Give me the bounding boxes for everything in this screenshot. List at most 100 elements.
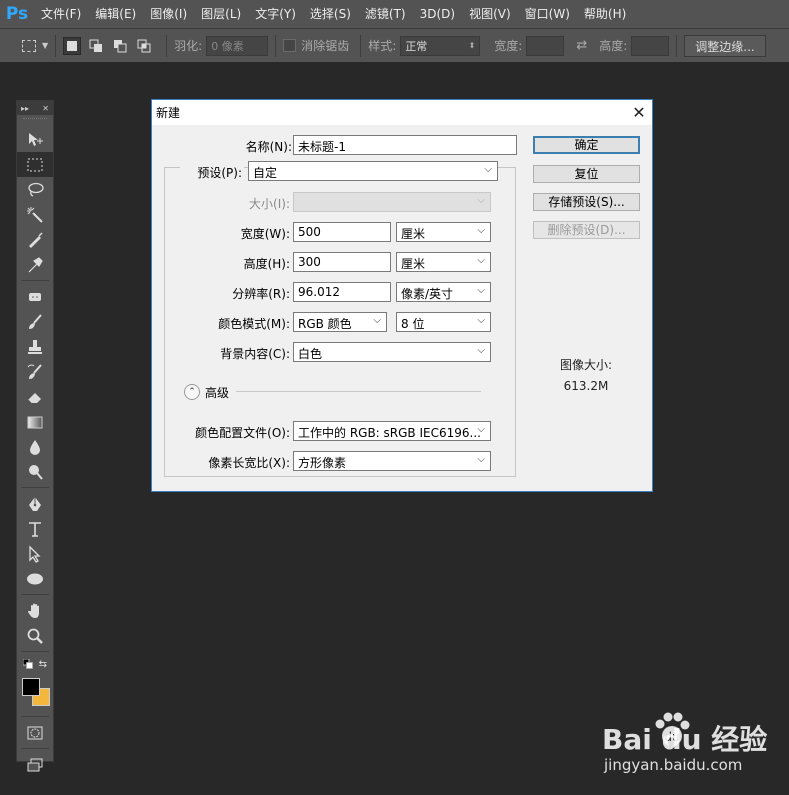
menu-select[interactable]: 选择(S) <box>303 0 358 28</box>
healing-brush-tool[interactable] <box>17 284 53 309</box>
panel-grip[interactable] <box>23 118 47 124</box>
gradient-tool[interactable] <box>17 409 53 434</box>
add-selection-button[interactable] <box>87 37 105 55</box>
add-selection-icon <box>89 39 103 52</box>
width-input[interactable] <box>526 35 565 56</box>
reset-button[interactable]: 复位 <box>533 165 640 183</box>
chevron-down-icon: ⌵ <box>477 424 485 435</box>
height-unit-value: 厘米 <box>401 257 426 271</box>
divider <box>21 651 49 652</box>
foreground-color-swatch[interactable] <box>22 678 40 696</box>
menu-3d[interactable]: 3D(D) <box>413 0 462 28</box>
eraser-icon <box>27 392 41 403</box>
menu-help[interactable]: 帮助(H) <box>577 0 633 28</box>
resolution-input[interactable]: 96.012 <box>293 282 391 302</box>
save-preset-button[interactable]: 存储预设(S)... <box>533 193 640 211</box>
ellipse-tool[interactable] <box>17 566 53 591</box>
menu-window[interactable]: 窗口(W) <box>518 0 577 28</box>
antialias-checkbox[interactable] <box>283 39 297 52</box>
new-selection-icon <box>67 40 78 51</box>
path-selection-tool[interactable] <box>17 541 53 566</box>
screen-mode-button[interactable] <box>17 752 53 777</box>
name-input[interactable]: 未标题-1 <box>293 135 517 155</box>
magic-wand-tool[interactable] <box>17 202 53 227</box>
preset-label: 预设(P): <box>180 164 244 181</box>
baidu-watermark: du Bai du 经验 jingyan.baidu.com <box>602 710 782 780</box>
height-input[interactable]: 300 <box>293 252 391 272</box>
blur-tool[interactable] <box>17 434 53 459</box>
subtract-selection-icon <box>114 39 127 52</box>
pen-icon <box>29 496 41 511</box>
zoom-icon <box>27 628 43 644</box>
close-icon[interactable]: ✕ <box>42 104 49 113</box>
stamp-icon <box>28 339 42 354</box>
bit-depth-select[interactable]: 8 位 ⌵ <box>396 312 491 332</box>
close-button[interactable]: ✕ <box>626 100 652 125</box>
type-tool[interactable] <box>17 516 53 541</box>
lasso-icon <box>28 182 44 197</box>
history-brush-tool[interactable] <box>17 359 53 384</box>
eraser-tool[interactable] <box>17 384 53 409</box>
name-label: 名称(N): <box>245 140 292 154</box>
color-profile-select[interactable]: 工作中的 RGB: sRGB IEC6196... ⌵ <box>293 421 491 441</box>
move-tool[interactable] <box>17 127 53 152</box>
rectangular-marquee-tool[interactable] <box>17 152 53 177</box>
crop-tool[interactable] <box>17 227 53 252</box>
pixel-aspect-select[interactable]: 方形像素 ⌵ <box>293 451 491 471</box>
menu-view[interactable]: 视图(V) <box>462 0 518 28</box>
width-unit-select[interactable]: 厘米 ⌵ <box>396 222 491 242</box>
dialog-titlebar: 新建 ✕ <box>152 100 652 125</box>
lasso-tool[interactable] <box>17 177 53 202</box>
new-document-dialog: 新建 ✕ 名称(N): 未标题-1 预设(P): 自定 ⌵ 大小(I): ⌵ 宽… <box>151 99 653 492</box>
menu-image[interactable]: 图像(I) <box>143 0 194 28</box>
subtract-selection-button[interactable] <box>111 37 129 55</box>
menu-edit[interactable]: 编辑(E) <box>88 0 143 28</box>
background-select[interactable]: 白色 ⌵ <box>293 342 491 362</box>
divider <box>21 594 49 595</box>
menu-type[interactable]: 文字(Y) <box>248 0 303 28</box>
zoom-tool[interactable] <box>17 623 53 648</box>
height-input[interactable] <box>631 35 670 56</box>
default-colors-icon[interactable] <box>23 659 33 669</box>
chevron-down-icon: ⌵ <box>484 164 492 175</box>
menu-file[interactable]: 文件(F) <box>34 0 88 28</box>
brush-tool[interactable] <box>17 309 53 334</box>
advanced-label[interactable]: 高级 <box>205 384 229 401</box>
menu-layer[interactable]: 图层(L) <box>194 0 248 28</box>
size-label: 大小(I): <box>249 197 290 211</box>
clone-stamp-tool[interactable] <box>17 334 53 359</box>
swap-icon[interactable]: ⇄ <box>576 38 587 53</box>
collapse-advanced-icon[interactable]: ⌃ <box>184 384 200 400</box>
pen-tool[interactable] <box>17 491 53 516</box>
chevron-down-icon: ⌵ <box>477 255 485 266</box>
resolution-unit-select[interactable]: 像素/英寸 ⌵ <box>396 282 491 302</box>
width-label: 宽度: <box>494 39 523 53</box>
style-select[interactable]: 正常 ⬍ <box>400 35 481 56</box>
tool-preset-picker[interactable]: ▼ <box>22 39 48 52</box>
width-input[interactable]: 500 <box>293 222 391 242</box>
ok-button[interactable]: 确定 <box>533 136 640 154</box>
preset-select[interactable]: 自定 ⌵ <box>248 161 498 181</box>
color-mode-select[interactable]: RGB 颜色 ⌵ <box>293 312 387 332</box>
refine-edge-button[interactable]: 调整边缘... <box>684 34 766 57</box>
feather-input[interactable]: 0 像素 <box>206 35 269 56</box>
background-label: 背景内容(C): <box>220 347 290 361</box>
gradient-icon <box>27 416 43 428</box>
eyedropper-tool[interactable] <box>17 252 53 277</box>
hand-icon <box>28 603 39 618</box>
brush-icon <box>29 313 42 329</box>
height-unit-select[interactable]: 厘米 ⌵ <box>396 252 491 272</box>
new-selection-button[interactable] <box>63 36 82 55</box>
swap-colors-icon[interactable]: ⇆ <box>39 659 47 670</box>
delete-preset-button: 删除预设(D)... <box>533 221 640 239</box>
chevron-down-icon: ⌵ <box>477 454 485 465</box>
height-label: 高度: <box>599 39 628 53</box>
collapse-icon[interactable]: ▸▸ <box>21 104 29 113</box>
dodge-tool[interactable] <box>17 459 53 484</box>
width-unit-value: 厘米 <box>401 227 426 241</box>
intersect-selection-button[interactable] <box>135 37 153 55</box>
menu-filter[interactable]: 滤镜(T) <box>358 0 413 28</box>
hand-tool[interactable] <box>17 598 53 623</box>
color-profile-label: 颜色配置文件(O): <box>195 426 290 440</box>
quick-mask-button[interactable] <box>17 720 53 745</box>
